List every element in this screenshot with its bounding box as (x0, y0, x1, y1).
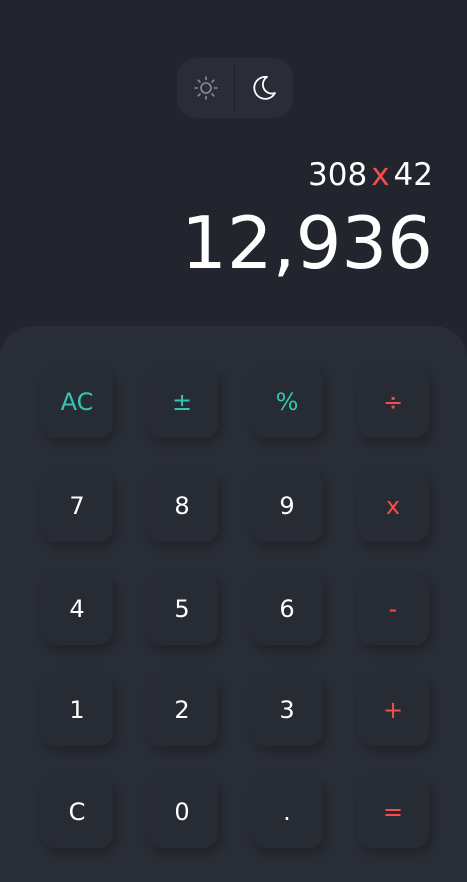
toggle-divider (234, 64, 235, 112)
digit-0-button[interactable]: 0 (146, 776, 218, 848)
equals-button[interactable]: = (357, 776, 429, 848)
expression: 308 x 42 (181, 152, 433, 198)
digit-5-button[interactable]: 5 (146, 573, 218, 645)
keypad: AC ± % ÷ 7 8 9 x 4 5 6 - 1 2 3 + C 0 . = (0, 326, 467, 882)
clear-button[interactable]: C (41, 776, 113, 848)
digit-9-button[interactable]: 9 (251, 470, 323, 542)
calculator-app: 308 x 42 12,936 AC ± % ÷ 7 8 9 x 4 5 6 - 1… (0, 0, 467, 882)
expression-operator: x (371, 157, 390, 193)
plus-minus-button[interactable]: ± (146, 366, 218, 438)
digit-4-button[interactable]: 4 (41, 573, 113, 645)
calculator-display: 308 x 42 12,936 (181, 152, 433, 288)
operand-1: 308 (308, 157, 368, 193)
digit-6-button[interactable]: 6 (251, 573, 323, 645)
operand-2: 42 (393, 157, 433, 193)
dark-mode-button[interactable] (235, 58, 293, 118)
minus-button[interactable]: - (357, 573, 429, 645)
sun-icon (194, 76, 218, 100)
theme-toggle (177, 58, 293, 118)
divide-button[interactable]: ÷ (357, 366, 429, 438)
result: 12,936 (181, 201, 433, 285)
ac-button[interactable]: AC (41, 366, 113, 438)
multiply-button[interactable]: x (357, 470, 429, 542)
digit-7-button[interactable]: 7 (41, 470, 113, 542)
decimal-button[interactable]: . (251, 776, 323, 848)
digit-1-button[interactable]: 1 (41, 674, 113, 746)
digit-3-button[interactable]: 3 (251, 674, 323, 746)
light-mode-button[interactable] (177, 58, 235, 118)
digit-8-button[interactable]: 8 (146, 470, 218, 542)
digit-2-button[interactable]: 2 (146, 674, 218, 746)
percent-button[interactable]: % (251, 366, 323, 438)
plus-button[interactable]: + (357, 674, 429, 746)
moon-icon (253, 76, 276, 100)
